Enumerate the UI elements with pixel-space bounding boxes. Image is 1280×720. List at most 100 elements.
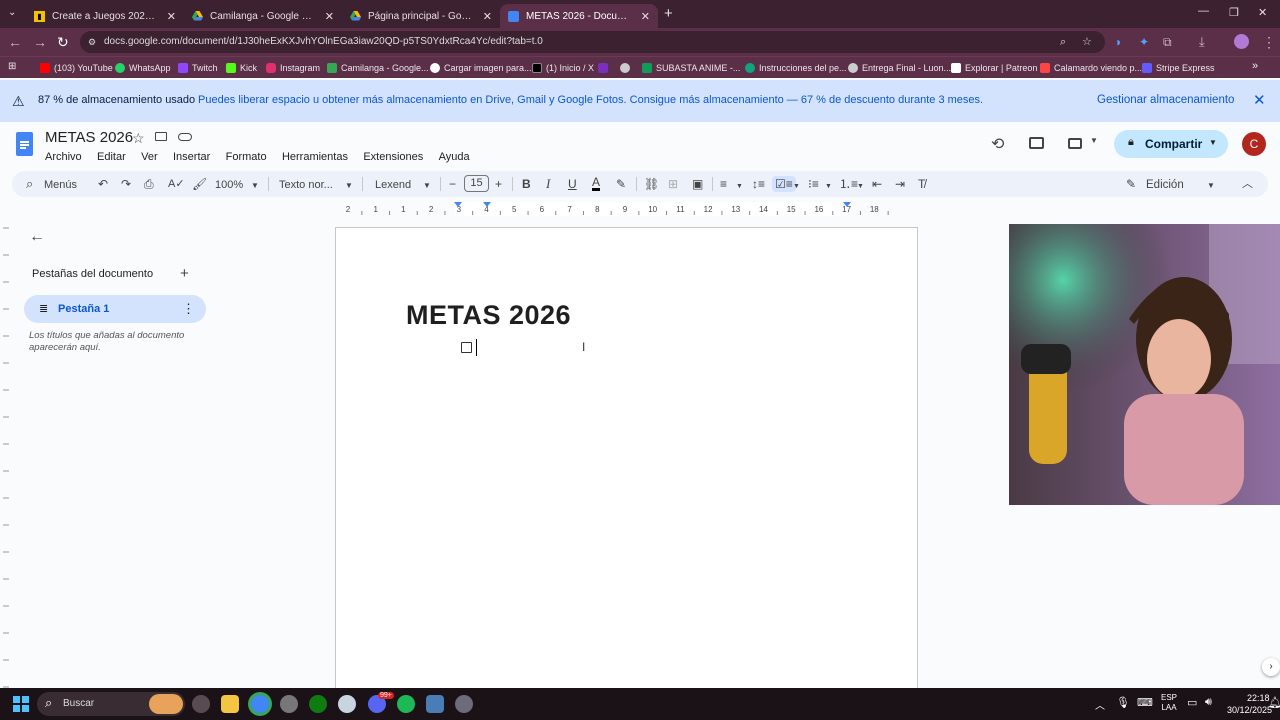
more-bookmarks-icon[interactable]: » <box>1252 60 1258 72</box>
underline-icon[interactable]: U <box>568 176 577 192</box>
menu-archivo[interactable]: Archivo <box>45 151 82 163</box>
bulleted-list-icon[interactable]: ⁝≡ <box>808 176 819 192</box>
menu-editar[interactable]: Editar <box>97 151 126 163</box>
numbered-list-icon[interactable]: ⒈≡ <box>839 176 858 192</box>
highlight-icon[interactable]: ✎ <box>616 176 626 192</box>
increase-font-size-icon[interactable]: + <box>495 176 502 192</box>
tray-overflow-icon[interactable]: ︿ <box>1095 697 1105 712</box>
add-tab-icon[interactable]: + <box>180 265 189 282</box>
share-button[interactable]: 🔒︎ Compartir ▼ <box>1114 130 1228 158</box>
back-icon[interactable]: ← <box>8 34 22 50</box>
browser-tab-drive-camilanga[interactable]: Camilanga - Google Drive ✕ <box>184 4 342 28</box>
search-menus-label[interactable]: Menús <box>44 177 77 193</box>
search-menus-icon[interactable]: ⌕ <box>26 176 33 192</box>
collapse-toolbar-icon[interactable]: ︿ <box>1242 176 1253 192</box>
comments-icon[interactable] <box>1029 137 1044 149</box>
tab-search-icon[interactable]: ⌄ <box>8 7 16 18</box>
forward-icon[interactable]: → <box>33 34 47 50</box>
font-select[interactable]: Lexend <box>375 177 411 193</box>
close-icon[interactable]: ✕ <box>167 10 176 23</box>
move-folder-icon[interactable] <box>155 132 167 141</box>
meet-icon[interactable] <box>1068 138 1082 149</box>
share-dropdown-icon[interactable]: ▼ <box>1209 138 1217 147</box>
spellcheck-icon[interactable]: A✓ <box>168 176 185 192</box>
insert-image-icon[interactable]: ▣ <box>692 176 703 192</box>
menu-herramientas[interactable]: Herramientas <box>282 151 348 163</box>
minimize-button[interactable]: — <box>1198 5 1209 17</box>
reload-icon[interactable]: ↻ <box>57 34 69 50</box>
decrease-indent-icon[interactable]: ⇤ <box>872 176 882 192</box>
redo-icon[interactable]: ↷ <box>121 176 131 192</box>
style-select[interactable]: Texto nor... <box>279 177 333 193</box>
clock-date[interactable]: 30/12/2025 <box>1227 705 1272 715</box>
microphone-icon[interactable]: 🎙︎ <box>1116 696 1130 709</box>
add-comment-icon[interactable]: ⊞ <box>668 176 678 192</box>
document-heading[interactable]: METAS 2026 <box>406 300 571 331</box>
bookmark-drive[interactable]: Camilanga - Google... <box>327 61 429 75</box>
bold-icon[interactable]: B <box>522 176 531 192</box>
xbox-icon[interactable] <box>309 695 327 713</box>
bookmark-star-icon[interactable]: ☆ <box>1082 31 1092 53</box>
bookmark-twitch[interactable]: Twitch <box>178 61 218 75</box>
network-icon[interactable]: ▭ <box>1187 696 1197 709</box>
editing-mode-select[interactable]: Edición <box>1146 177 1184 193</box>
windows-start-icon[interactable] <box>13 696 29 712</box>
bookmark-subasta[interactable]: SUBASTA ANIME -... <box>642 61 740 75</box>
chrome-icon[interactable] <box>251 695 269 713</box>
url-field[interactable]: ⚙ docs.google.com/document/d/1J30heExKXJ… <box>80 31 1105 53</box>
print-icon[interactable]: ⎙ <box>144 176 154 192</box>
close-icon[interactable]: ✕ <box>641 10 650 23</box>
spotify-icon[interactable] <box>397 695 415 713</box>
zoom-icon[interactable]: ⌕ <box>1060 31 1066 53</box>
increase-indent-icon[interactable]: ⇥ <box>895 176 905 192</box>
more-options-icon[interactable]: ⋮ <box>182 301 195 317</box>
clock-time[interactable]: 22:18 <box>1247 693 1270 703</box>
download-icon[interactable]: ⤓ <box>1199 34 1205 50</box>
menu-ver[interactable]: Ver <box>141 151 158 163</box>
bookmark-x[interactable]: (1) Inicio / X <box>532 61 594 75</box>
browser-tab-tierlist[interactable]: ▮ Create a Juegos 2025 Tier List - ✕ <box>26 4 184 28</box>
site-info-icon[interactable]: ⚙ <box>88 31 96 53</box>
italic-icon[interactable]: I <box>546 176 550 192</box>
close-icon[interactable]: ✕ <box>483 10 492 23</box>
notifications-icon[interactable]: 🔔︎ <box>1268 696 1280 709</box>
font-size-input[interactable]: 15 <box>464 175 489 192</box>
new-tab-button[interactable]: + <box>664 5 673 22</box>
decrease-font-size-icon[interactable]: − <box>449 176 456 192</box>
profile-avatar[interactable] <box>1234 34 1249 49</box>
checklist-checkbox[interactable] <box>461 342 472 353</box>
menu-ayuda[interactable]: Ayuda <box>439 151 470 163</box>
browser-tab-drive-home[interactable]: Página principal - Google Drive ✕ <box>342 4 500 28</box>
menu-extensiones[interactable]: Extensiones <box>363 151 423 163</box>
bookmark-patreon[interactable]: Explorar | Patreon <box>951 61 1037 75</box>
taskbar-search-box[interactable]: ⌕ Buscar <box>37 692 185 716</box>
translate-icon[interactable]: ✦ <box>1139 34 1149 50</box>
bookmark-calamardo[interactable]: Calamardo viendo p... <box>1040 61 1142 75</box>
explore-button[interactable]: › <box>1262 658 1280 676</box>
bookmark-purple[interactable] <box>598 61 612 75</box>
history-icon[interactable]: ⟲ <box>991 134 1004 154</box>
browser-tab-docs-active[interactable]: METAS 2026 - Documentos de ✕ <box>500 4 658 28</box>
docs-logo-icon[interactable] <box>16 132 33 156</box>
file-explorer-icon[interactable] <box>221 695 239 713</box>
extensions-puzzle-icon[interactable]: ⧉ <box>1163 34 1172 50</box>
bookmark-youtube[interactable]: (103) YouTube <box>40 61 113 75</box>
close-window-button[interactable]: ✕ <box>1258 6 1267 19</box>
bookmark-upload-image[interactable]: Cargar imagen para... <box>430 61 532 75</box>
menu-formato[interactable]: Formato <box>226 151 267 163</box>
document-page[interactable]: METAS 2026 I <box>335 227 918 697</box>
keyboard-icon[interactable]: ⌨ <box>1137 696 1153 709</box>
paint-format-icon[interactable]: 🖌︎ <box>192 176 207 192</box>
clear-formatting-icon[interactable]: T̸ <box>918 176 925 192</box>
bookmark-whatsapp[interactable]: WhatsApp <box>115 61 171 75</box>
bookmark-kick[interactable]: Kick <box>226 61 257 75</box>
back-arrow-icon[interactable]: ← <box>29 228 45 246</box>
undo-icon[interactable]: ↶ <box>98 176 108 192</box>
link-icon[interactable]: ⛓︎ <box>644 176 659 192</box>
steam-store-icon[interactable] <box>426 695 444 713</box>
document-title[interactable]: METAS 2026 <box>45 129 133 146</box>
copilot-icon[interactable] <box>192 695 210 713</box>
bookmark-stripe[interactable]: Stripe Express <box>1142 61 1215 75</box>
bookmark-instagram[interactable]: Instagram <box>266 61 320 75</box>
star-icon[interactable]: ☆ <box>132 130 145 147</box>
